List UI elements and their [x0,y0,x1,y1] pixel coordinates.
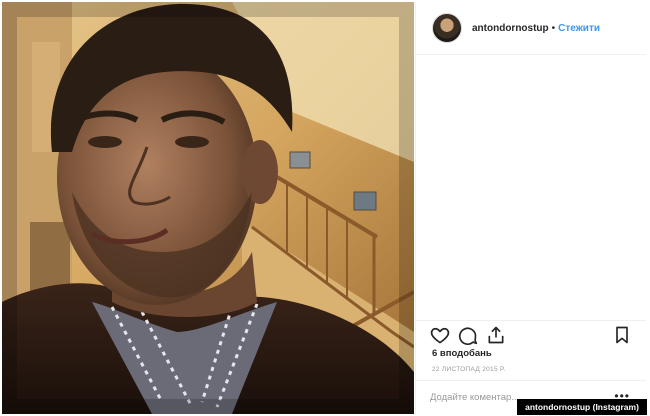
heart-icon[interactable] [430,325,450,350]
comment-icon[interactable] [458,325,478,350]
selfie-photo-image [2,2,414,414]
follow-button[interactable]: Стежити [558,23,600,34]
likes-count[interactable]: 6 вподобань [432,348,492,359]
share-icon[interactable] [486,325,506,350]
action-bar [416,320,646,349]
separator-dot: • [551,22,556,34]
avatar[interactable] [432,13,462,43]
image-credit-caption: antondornostup (Instagram) [517,399,647,415]
username-link[interactable]: antondornostup [472,23,549,34]
post-photo[interactable] [2,2,414,414]
post-date: 22 ЛИСТОПАД 2015 Р. [432,366,506,373]
post-side-panel: antondornostup • Стежити 6 вподобань 22 … [415,2,646,414]
instagram-post-frame: antondornostup • Стежити 6 вподобань 22 … [0,0,650,416]
post-header: antondornostup • Стежити [416,2,646,55]
bookmark-icon[interactable] [612,325,632,350]
